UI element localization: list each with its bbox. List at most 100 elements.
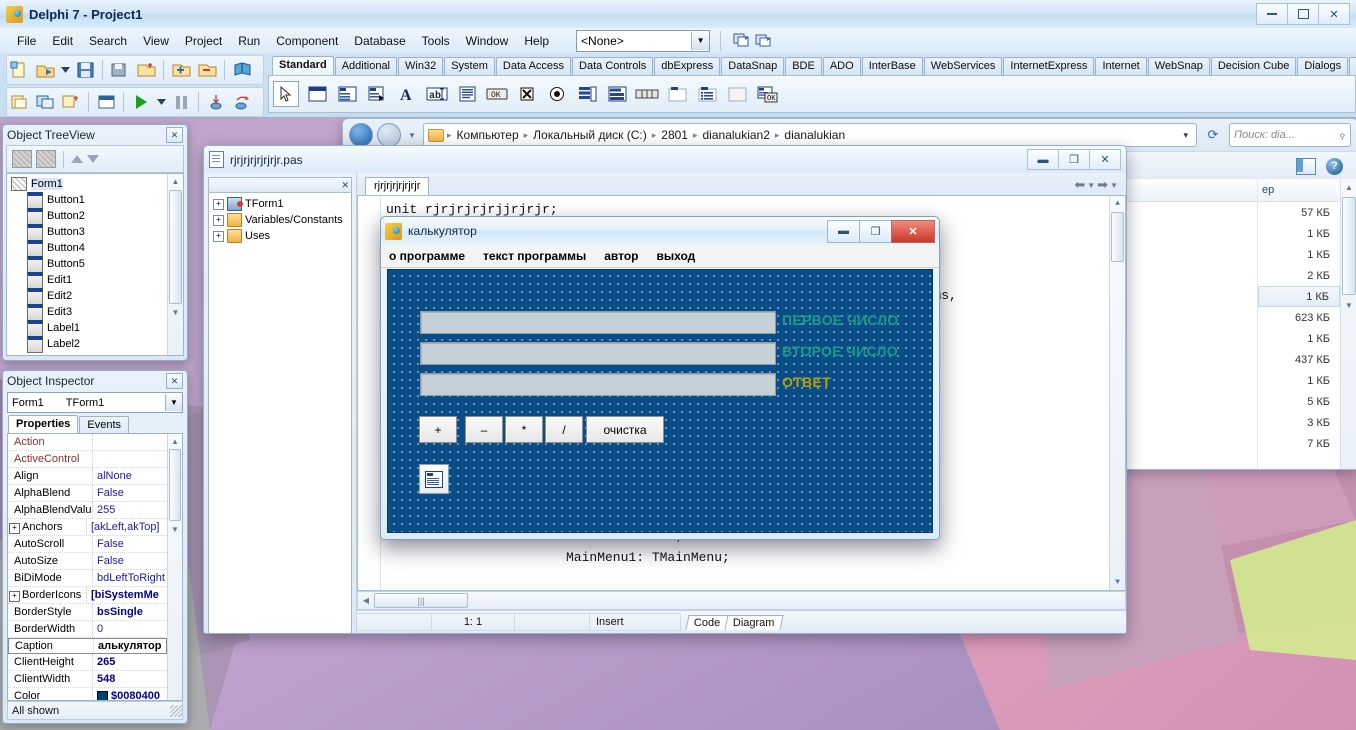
button-icon[interactable]: OK (485, 82, 509, 106)
property-value[interactable]: False (93, 485, 167, 501)
pause-icon[interactable] (169, 90, 193, 114)
treeview-node-edit1[interactable]: Edit1 (7, 271, 167, 289)
close-icon[interactable]: ✕ (166, 373, 183, 389)
scroll-up-icon[interactable]: ▲ (1342, 179, 1356, 195)
edit1-field[interactable] (420, 311, 776, 334)
close-button[interactable]: ✕ (1089, 149, 1121, 170)
palette-tab-bde[interactable]: BDE (785, 57, 822, 75)
property-row[interactable]: AutoSize False (8, 553, 167, 570)
property-value[interactable]: 255 (93, 502, 167, 518)
code-horizontal-scrollbar[interactable]: ◀ ||| (357, 591, 1126, 610)
file-row[interactable]: 5 КБ (1258, 391, 1340, 412)
edit2-field[interactable] (420, 342, 776, 365)
memo-icon[interactable] (455, 82, 479, 106)
file-row[interactable]: 437 КБ (1258, 349, 1340, 370)
property-value[interactable] (93, 451, 167, 467)
help-icon[interactable]: ? (1326, 157, 1343, 175)
new-form-icon[interactable] (7, 90, 31, 114)
expand-icon[interactable]: + (9, 591, 20, 602)
nav-back-icon[interactable]: ⬅ (1074, 177, 1085, 193)
button-divide[interactable]: / (545, 416, 583, 443)
treeview-node-label2[interactable]: Label2 (7, 335, 167, 353)
property-value[interactable]: False (93, 536, 167, 552)
palette-tab-win32[interactable]: Win32 (398, 57, 444, 75)
palette-tab-win-3-1[interactable]: Win 3.1 (1349, 57, 1356, 75)
treeview-node-button5[interactable]: Button5 (7, 255, 167, 273)
palette-tab-websnap[interactable]: WebSnap (1147, 57, 1210, 75)
structure-node-variables[interactable]: + Variables/Constants (211, 212, 349, 228)
property-value[interactable]: 548 (93, 671, 167, 687)
scroll-up-icon[interactable]: ▲ (172, 174, 180, 189)
property-value[interactable]: [biSystemMe (87, 587, 167, 603)
trace-into-icon[interactable] (204, 90, 228, 114)
new-icon[interactable] (7, 58, 31, 82)
calculator-form-designer[interactable]: калькулятор ▬ ❐ ✕ о программе текст прог… (380, 216, 940, 540)
palette-tab-decision-cube[interactable]: Decision Cube (1210, 57, 1297, 75)
maximize-button[interactable] (1287, 3, 1318, 25)
property-grid-scrollbar[interactable]: ▲ ▼ (167, 434, 182, 700)
resize-grip[interactable] (170, 704, 182, 717)
palette-tab-interbase[interactable]: InterBase (861, 57, 923, 75)
property-row[interactable]: Action (8, 434, 167, 451)
property-value[interactable]: bdLeftToRight (93, 570, 167, 586)
scrollbar-icon[interactable] (635, 82, 659, 106)
minimize-button[interactable]: ▬ (1027, 149, 1058, 170)
property-row[interactable]: Color $0080400 (8, 688, 167, 700)
search-input[interactable]: Поиск: dia... ⌕ (1229, 123, 1351, 147)
form-design-surface[interactable]: ПЕРВОЕ ЧИСЛО ВТОРОЕ ЧИСЛО ОТВЕТ + – * / … (387, 269, 933, 533)
palette-tab-dbexpress[interactable]: dbExpress (654, 57, 721, 75)
move-down-icon[interactable] (87, 155, 99, 163)
select-unit-icon[interactable] (59, 90, 83, 114)
minimize-button[interactable]: ▬ (827, 219, 859, 243)
frames-icon[interactable] (305, 82, 329, 106)
property-value[interactable]: $0080400 (93, 688, 167, 700)
column-header-size[interactable]: ер (1258, 179, 1340, 202)
checkbox-icon[interactable] (515, 82, 539, 106)
file-row[interactable]: 623 КБ (1258, 307, 1340, 328)
tab-unit[interactable]: rjrjrjrjrjrjrjr (365, 177, 430, 195)
object-treeview-list[interactable]: Form1 Button1 Button2 Button3 Button4 Button5… (6, 173, 184, 356)
breadcrumb-dropdown-icon[interactable]: ▾ (1179, 130, 1192, 141)
run-icon[interactable] (129, 90, 153, 114)
property-value[interactable]: alNone (93, 468, 167, 484)
code-vertical-scrollbar[interactable]: ▲ ▼ (1109, 196, 1125, 590)
menu-item-exit[interactable]: выход (657, 249, 696, 263)
toggle-form-unit-icon[interactable] (33, 90, 57, 114)
file-row[interactable]: 1 КБ (1258, 370, 1340, 391)
menu-component[interactable]: Component (269, 31, 345, 51)
recent-pages-icon[interactable]: ▾ (405, 130, 419, 141)
menu-run[interactable]: Run (231, 31, 267, 51)
breadcrumb-item-4[interactable]: dianalukian (782, 128, 847, 142)
button-plus[interactable]: + (419, 416, 457, 443)
palette-tab-webservices[interactable]: WebServices (923, 57, 1003, 75)
open-dropdown-icon[interactable] (59, 58, 71, 82)
file-row[interactable]: 2 КБ (1258, 265, 1340, 286)
palette-tab-data-access[interactable]: Data Access (495, 57, 572, 75)
property-value[interactable]: 265 (93, 654, 167, 670)
menu-tools[interactable]: Tools (415, 31, 457, 51)
palette-tab-datasnap[interactable]: DataSnap (721, 57, 785, 75)
breadcrumb-item-3[interactable]: dianalukian2 (701, 128, 772, 142)
scroll-up-icon[interactable]: ▲ (171, 434, 179, 448)
save-icon[interactable] (73, 58, 97, 82)
treeview-node-edit3[interactable]: Edit3 (7, 303, 167, 321)
select-form-icon[interactable] (94, 90, 118, 114)
save-all-icon[interactable] (108, 58, 132, 82)
menu-edit[interactable]: Edit (45, 31, 80, 51)
scroll-down-icon[interactable]: ▼ (172, 305, 180, 320)
object-treeview-panel[interactable]: Object TreeView ✕ Form1 Button1 Button2 But… (2, 124, 188, 361)
close-button[interactable]: ✕ (891, 219, 935, 243)
file-row[interactable]: 7 КБ (1258, 433, 1340, 454)
pointer-tool-icon[interactable] (273, 81, 299, 107)
expand-icon[interactable]: + (9, 523, 20, 534)
treeview-node-form1[interactable]: Form1 (7, 176, 167, 192)
project-combo[interactable]: <None> ▼ (576, 29, 711, 52)
scroll-thumb[interactable] (169, 449, 181, 521)
close-icon[interactable]: ✕ (166, 127, 183, 143)
popupmenu-icon[interactable] (365, 82, 389, 106)
menu-item-author[interactable]: автор (604, 249, 638, 263)
help-book-icon[interactable] (230, 58, 254, 82)
palette-tab-internetexpress[interactable]: InternetExpress (1003, 57, 1095, 75)
structure-node-uses[interactable]: + Uses (211, 228, 349, 244)
delphi-main-window[interactable]: Delphi 7 - Project1 ✕ File Edit Search V… (0, 0, 1356, 118)
